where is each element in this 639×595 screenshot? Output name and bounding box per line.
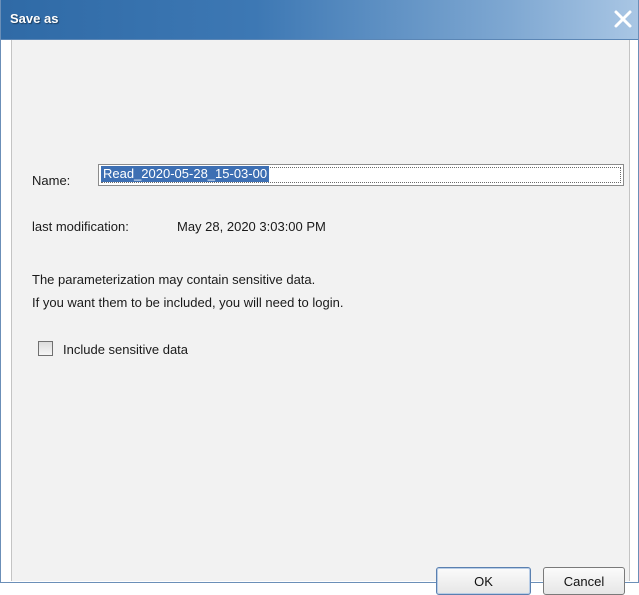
last-modification-value: May 28, 2020 3:03:00 PM [177,219,326,234]
dialog-content: Name: Read_2020-05-28_15-03-00 last modi… [11,40,630,595]
title-bar[interactable]: Save as [1,0,638,40]
close-icon[interactable] [610,6,636,32]
last-modification-label: last modification: [32,219,129,234]
name-label: Name: [32,173,71,188]
sensitive-data-warning-line2: If you want them to be included, you wil… [32,295,344,310]
dialog-title: Save as [10,11,59,26]
ok-button[interactable]: OK [436,567,531,595]
name-field[interactable]: Read_2020-05-28_15-03-00 [98,164,624,186]
include-sensitive-label[interactable]: Include sensitive data [63,342,188,357]
cancel-button[interactable]: Cancel [543,567,625,595]
include-sensitive-checkbox[interactable] [38,341,53,356]
name-field-value: Read_2020-05-28_15-03-00 [101,166,270,182]
save-as-dialog: Save as Name: Read_2020-05-28_15-03-00 l… [0,0,639,595]
sensitive-data-warning-line1: The parameterization may contain sensiti… [32,272,316,287]
